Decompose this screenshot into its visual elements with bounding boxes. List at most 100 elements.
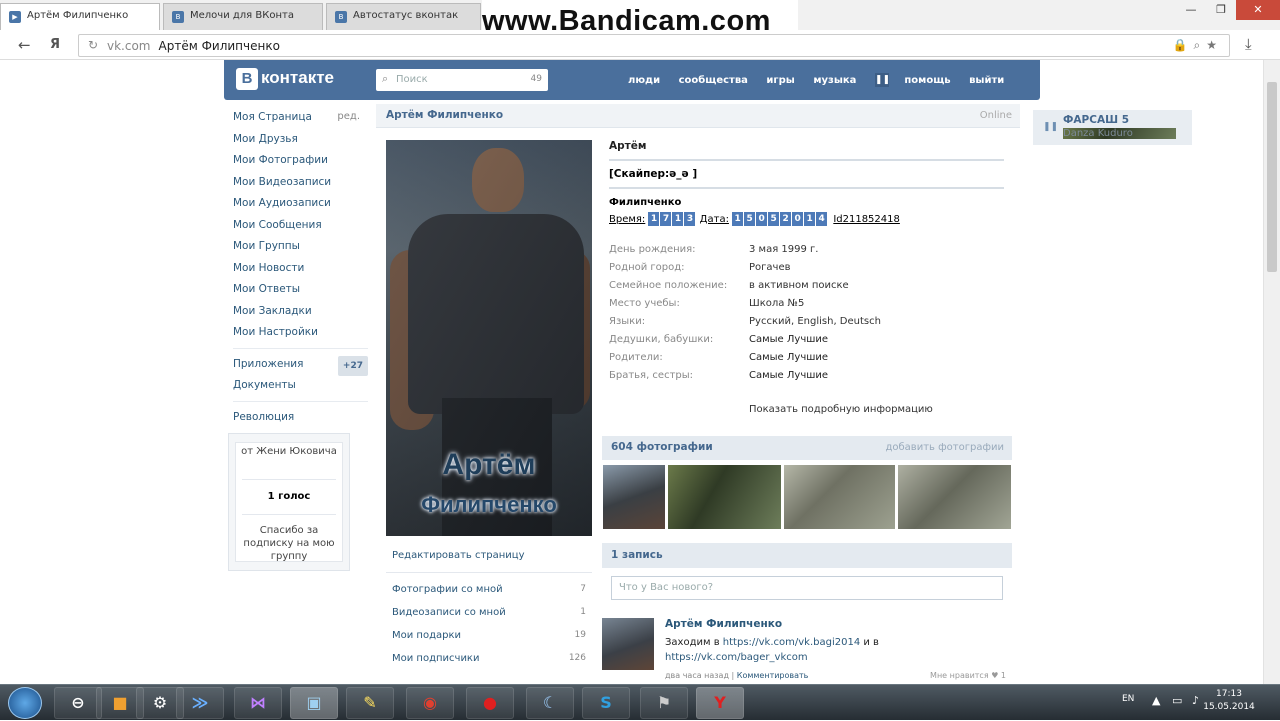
sublist-photos-with-me[interactable]: Фотографии со мной 7 (392, 584, 586, 595)
info-value[interactable]: Рогачев (749, 262, 790, 273)
yandex-logo-icon[interactable]: Я (50, 37, 60, 52)
post-time[interactable]: два часа назад (665, 671, 729, 680)
nav-settings[interactable]: Мои Настройки (233, 323, 368, 345)
info-key: Языки: (609, 316, 646, 327)
edit-link[interactable]: ред. (337, 108, 360, 126)
sublist-followers[interactable]: Мои подписчики 126 (392, 653, 586, 664)
download-icon[interactable]: ⤓ (1245, 35, 1252, 53)
post-author-avatar[interactable] (602, 618, 654, 670)
edit-page-link[interactable]: Редактировать страницу (392, 550, 525, 561)
photo-thumbnail[interactable] (668, 465, 781, 529)
taskbar-app-icon[interactable]: ☾ (526, 687, 574, 719)
profile-avatar-photo[interactable]: Артём Филипченко (386, 140, 592, 536)
taskbar-clock[interactable]: 17:13 15.05.2014 (1198, 688, 1260, 714)
tab-autostatus[interactable]: В Автостатус вконтак (326, 3, 481, 30)
audio-title: ФАРСАШ 5 (1063, 114, 1129, 126)
profile-status[interactable]: [Скайпер:ә_ә ] (609, 161, 1004, 189)
photos-count[interactable]: 604 фотографии (611, 441, 713, 453)
nav-news[interactable]: Мои Новости (233, 259, 368, 281)
nav-messages[interactable]: Мои Сообщения (233, 216, 368, 238)
taskbar-app-icon[interactable]: ≫ (176, 687, 224, 719)
info-value[interactable]: в активном поиске (749, 280, 849, 291)
poll-votes[interactable]: 1 голос (236, 480, 342, 514)
audio-player-widget[interactable]: ❚❚ ФАРСАШ 5 Danza Kuduro (1033, 110, 1192, 145)
photo-thumbnail[interactable] (784, 465, 895, 529)
taskbar-app-icon[interactable]: ✎ (346, 687, 394, 719)
add-photos-link[interactable]: добавить фотографии (885, 442, 1004, 453)
menu-help[interactable]: помощь (904, 75, 950, 86)
nav-photos[interactable]: Мои Фотографии (233, 151, 368, 173)
nav-apps[interactable]: Приложения +27 (233, 355, 368, 377)
record-icon[interactable]: ● (466, 687, 514, 719)
menu-communities[interactable]: сообщества (679, 75, 748, 86)
reload-icon[interactable]: ↻ (88, 38, 98, 52)
date-digit: 0 (792, 212, 804, 226)
chrome-icon[interactable]: ◉ (406, 687, 454, 719)
vk-logo[interactable]: Вконтакте (236, 68, 334, 90)
page-scrollbar[interactable] (1263, 60, 1280, 684)
minimize-icon[interactable]: — (1176, 0, 1206, 20)
info-row-parents: Родители: Самые Лучшие (609, 352, 1004, 370)
tab-vk-tools[interactable]: В Мелочи для ВКонта (163, 3, 323, 30)
info-value[interactable]: 3 мая 1999 г. (749, 244, 818, 255)
pause-icon[interactable]: ❚❚ (1043, 122, 1058, 132)
date-digit: 1 (732, 212, 744, 226)
sublist-videos-with-me[interactable]: Видеозаписи со мной 1 (392, 607, 586, 618)
nav-groups[interactable]: Мои Группы (233, 237, 368, 259)
windows-taskbar: ⊖ ■ ⚙ ≫ ⋈ ▣ ✎ ◉ ● ☾ S ⚑ Y EN ▲ ▭ ♪ 17:13… (0, 684, 1280, 720)
url-input[interactable]: ↻ vk.com Артём Филипченко 🔒⌕★ (78, 34, 1230, 57)
nav-divider (233, 347, 368, 349)
zoom-icon[interactable]: ⌕ (1194, 38, 1207, 52)
info-row-grandparents: Дедушки, бабушки: Самые Лучшие (609, 334, 1004, 352)
new-post-input[interactable]: Что у Вас нового? (611, 576, 1003, 600)
sublist-label: Видеозаписи со мной (392, 607, 506, 618)
info-value[interactable]: Русский, English, Deutsch (749, 316, 881, 327)
nav-bookmarks[interactable]: Мои Закладки (233, 302, 368, 324)
tab-active-profile[interactable]: ▶ Артём Филипченко (0, 3, 160, 30)
show-more-info-link[interactable]: Показать подробную информацию (749, 404, 933, 415)
info-key: Братья, сестры: (609, 370, 694, 381)
wall-header: 1 запись (602, 543, 1012, 568)
nav-friends[interactable]: Мои Друзья (233, 130, 368, 152)
menu-logout[interactable]: выйти (969, 75, 1004, 86)
nav-videos[interactable]: Мои Видеозаписи (233, 173, 368, 195)
nav-answers[interactable]: Мои Ответы (233, 280, 368, 302)
menu-games[interactable]: игры (766, 75, 794, 86)
menu-music[interactable]: музыка (813, 75, 856, 86)
start-button[interactable] (8, 687, 42, 719)
pause-icon[interactable]: ❚❚ (874, 73, 890, 87)
photo-thumbnail[interactable] (603, 465, 665, 529)
nav-my-page[interactable]: Моя Страница ред. (233, 108, 368, 130)
sublist-gifts[interactable]: Мои подарки 19 (392, 630, 586, 641)
network-icon[interactable]: ▭ (1172, 694, 1182, 707)
scrollbar-thumb[interactable] (1267, 82, 1277, 272)
star-icon[interactable]: ★ (1206, 38, 1223, 52)
wall-count[interactable]: 1 запись (611, 549, 663, 561)
close-icon[interactable]: ✕ (1236, 0, 1280, 20)
nav-documents[interactable]: Документы (233, 376, 368, 398)
nav-revolution[interactable]: Революция (233, 408, 368, 430)
maximize-icon[interactable]: ❐ (1206, 0, 1236, 20)
profile-surname: Филипченко (609, 197, 682, 208)
post-author[interactable]: Артём Филипченко (665, 618, 782, 630)
like-button[interactable]: Мне нравится ♥ 1 (930, 671, 1006, 680)
taskbar-app-icon[interactable]: ▣ (290, 687, 338, 719)
back-arrow-icon[interactable]: ← (18, 36, 31, 54)
info-value[interactable]: Школа №5 (749, 298, 804, 309)
taskbar-app-icon[interactable]: ⋈ (234, 687, 282, 719)
info-row-siblings: Братья, сестры: Самые Лучшие (609, 370, 1004, 388)
menu-people[interactable]: люди (628, 75, 660, 86)
skype-icon[interactable]: S (582, 687, 630, 719)
comment-link[interactable]: Комментировать (737, 671, 809, 680)
post-link[interactable]: https://vk.com/vk.bagi2014 (723, 637, 860, 648)
nav-audio[interactable]: Мои Аудиозаписи (233, 194, 368, 216)
post-link[interactable]: https://vk.com/bager_vkcom (665, 652, 808, 663)
taskbar-app-icon[interactable]: ⚑ (640, 687, 688, 719)
date-digit: 5 (768, 212, 780, 226)
language-indicator[interactable]: EN (1122, 694, 1134, 704)
tray-expand-icon[interactable]: ▲ (1152, 694, 1160, 707)
taskbar-app-icon[interactable]: ⊖ (54, 687, 102, 719)
yandex-browser-icon[interactable]: Y (696, 687, 744, 719)
search-input[interactable]: ⌕ Поиск 49 (376, 69, 548, 91)
photo-thumbnail[interactable] (898, 465, 1011, 529)
